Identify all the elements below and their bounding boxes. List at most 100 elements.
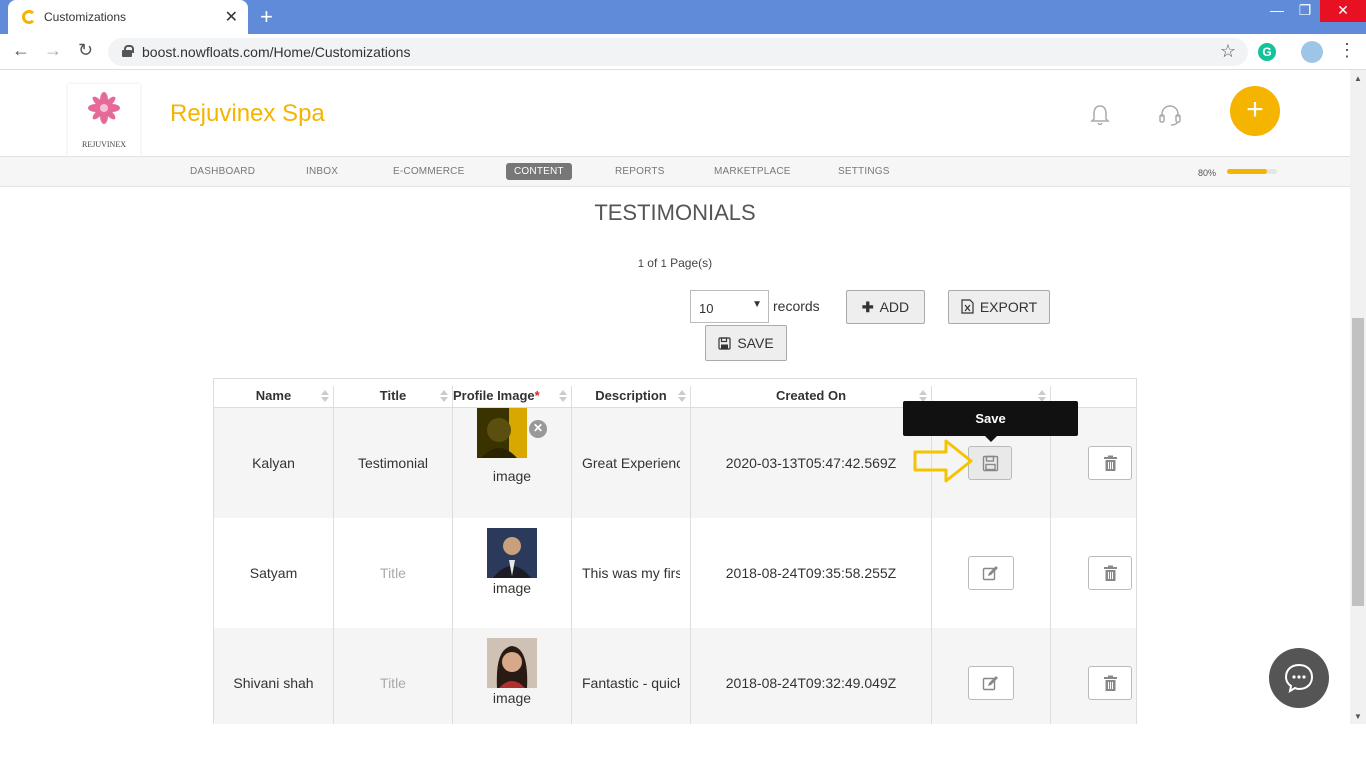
scroll-thumb[interactable] (1352, 318, 1364, 606)
forward-icon[interactable]: → (44, 40, 62, 61)
main-nav: DASHBOARD INBOX E-COMMERCE CONTENT REPOR… (0, 156, 1350, 187)
save-tooltip: Save (903, 401, 1078, 442)
cell-title[interactable]: Title (334, 628, 453, 724)
browser-tabbar: Customizations ✕ + — ❐ ✕ (0, 0, 1366, 34)
cell-delete (1051, 518, 1136, 628)
business-name[interactable]: Rejuvinex Spa (170, 100, 325, 128)
column-header-description[interactable]: Description (572, 386, 691, 408)
nav-content[interactable]: CONTENT (506, 163, 572, 180)
grammarly-extension-icon[interactable]: G (1258, 43, 1276, 61)
cell-title[interactable]: Title (334, 518, 453, 628)
pager-info: 1 of 1 Page(s) (0, 256, 1350, 270)
add-label: ADD (879, 299, 910, 315)
description-text: Great Experience (582, 455, 680, 471)
sort-icon[interactable] (678, 390, 686, 402)
cell-description[interactable]: Great Experience (572, 408, 691, 518)
records-value: 10 (699, 301, 714, 316)
quick-add-button[interactable]: + (1230, 86, 1280, 136)
edit-icon (982, 676, 998, 691)
cell-description[interactable]: This was my first (572, 518, 691, 628)
bookmark-star-icon[interactable]: ☆ (1220, 41, 1236, 62)
headset-icon[interactable] (1158, 104, 1182, 126)
name-text: Satyam (249, 565, 298, 581)
column-header-label: Name (255, 388, 292, 403)
scroll-down-icon[interactable]: ▼ (1354, 712, 1362, 721)
trash-icon (1104, 565, 1117, 581)
nav-dashboard[interactable]: DASHBOARD (190, 166, 255, 177)
profile-thumbnail[interactable] (487, 638, 537, 688)
remove-image-icon[interactable]: ✕ (529, 420, 547, 438)
nav-inbox[interactable]: INBOX (306, 166, 338, 177)
window-close-icon[interactable]: ✕ (1320, 0, 1366, 22)
nav-ecommerce[interactable]: E-COMMERCE (393, 166, 464, 177)
export-label: EXPORT (979, 299, 1038, 315)
address-bar: ← → ↻ boost.nowfloats.com/Home/Customiza… (0, 34, 1366, 70)
edit-icon (982, 566, 998, 581)
chat-button[interactable] (1269, 648, 1329, 708)
created-on-text: 2018-08-24T09:35:58.255Z (725, 565, 897, 581)
column-header-profile-image[interactable]: Profile Image* (453, 386, 572, 408)
title-placeholder: Title (380, 675, 406, 691)
row-delete-button[interactable] (1088, 666, 1132, 700)
save-label: SAVE (737, 335, 774, 351)
new-tab-icon[interactable]: + (260, 4, 273, 30)
lotus-logo-icon (88, 92, 120, 124)
browser-tab[interactable]: Customizations ✕ (8, 0, 248, 34)
column-header-title[interactable]: Title (334, 386, 453, 408)
title-placeholder: Title (380, 565, 406, 581)
cell-created-on: 2020-03-13T05:47:42.569Z (691, 408, 932, 518)
records-per-page-select[interactable]: 10 ▼ (690, 290, 769, 323)
cell-title[interactable]: Testimonial (334, 408, 453, 518)
cell-created-on: 2018-08-24T09:32:49.049Z (691, 628, 932, 724)
url-field[interactable]: boost.nowfloats.com/Home/Customizations … (108, 38, 1248, 66)
floppy-save-icon (718, 337, 731, 350)
page-scrollbar[interactable]: ▲ ▼ (1350, 70, 1366, 724)
restore-icon[interactable]: ❐ (1288, 0, 1322, 22)
profile-avatar[interactable] (1301, 41, 1323, 63)
name-text: Kalyan (252, 455, 295, 471)
sort-icon[interactable] (440, 390, 448, 402)
profile-progress-label: 80% (1198, 168, 1217, 178)
profile-progress-fill (1227, 169, 1267, 174)
business-logo[interactable]: REJUVINEX (68, 84, 140, 156)
plus-icon: ✚ (861, 299, 874, 315)
table-row: Satyam Title image This was my first 201… (214, 518, 1136, 628)
sort-icon[interactable] (559, 390, 567, 402)
nav-reports[interactable]: REPORTS (615, 166, 665, 177)
column-header-label: Description (595, 388, 667, 403)
profile-thumbnail[interactable] (477, 408, 527, 458)
row-edit-button[interactable] (968, 666, 1014, 700)
reload-icon[interactable]: ↻ (78, 40, 93, 61)
cell-edit (932, 628, 1051, 724)
back-icon[interactable]: ← (12, 40, 30, 61)
lock-icon (122, 45, 134, 57)
scroll-up-icon[interactable]: ▲ (1354, 74, 1362, 83)
profile-thumbnail[interactable] (487, 528, 537, 578)
nav-settings[interactable]: SETTINGS (838, 166, 890, 177)
page-title: TESTIMONIALS (594, 200, 756, 225)
cell-profile-image: image (453, 628, 572, 724)
nav-marketplace[interactable]: MARKETPLACE (714, 166, 791, 177)
tab-close-icon[interactable]: ✕ (225, 7, 238, 27)
browser-menu-icon[interactable]: ⋮ (1338, 40, 1356, 61)
export-button[interactable]: EXPORT (948, 290, 1050, 324)
column-header-name[interactable]: Name (214, 386, 334, 408)
sort-icon[interactable] (321, 390, 329, 402)
name-text: Shivani shah (233, 675, 314, 691)
pointer-arrow-icon (913, 439, 973, 483)
column-header-created-on[interactable]: Created On (691, 386, 932, 408)
column-header-label: Created On (775, 388, 847, 403)
row-delete-button[interactable] (1088, 446, 1132, 480)
image-caption: image (492, 468, 532, 484)
row-delete-button[interactable] (1088, 556, 1132, 590)
cell-profile-image: ✕ image (453, 408, 572, 518)
bell-icon[interactable] (1090, 104, 1110, 126)
add-button[interactable]: ✚ ADD (846, 290, 925, 324)
cell-description[interactable]: Fantastic - quick (572, 628, 691, 724)
row-save-button[interactable] (968, 446, 1012, 480)
excel-file-icon (961, 299, 974, 314)
cell-name: Satyam (214, 518, 334, 628)
column-header-label: Title (379, 388, 407, 403)
save-button[interactable]: SAVE (705, 325, 787, 361)
row-edit-button[interactable] (968, 556, 1014, 590)
